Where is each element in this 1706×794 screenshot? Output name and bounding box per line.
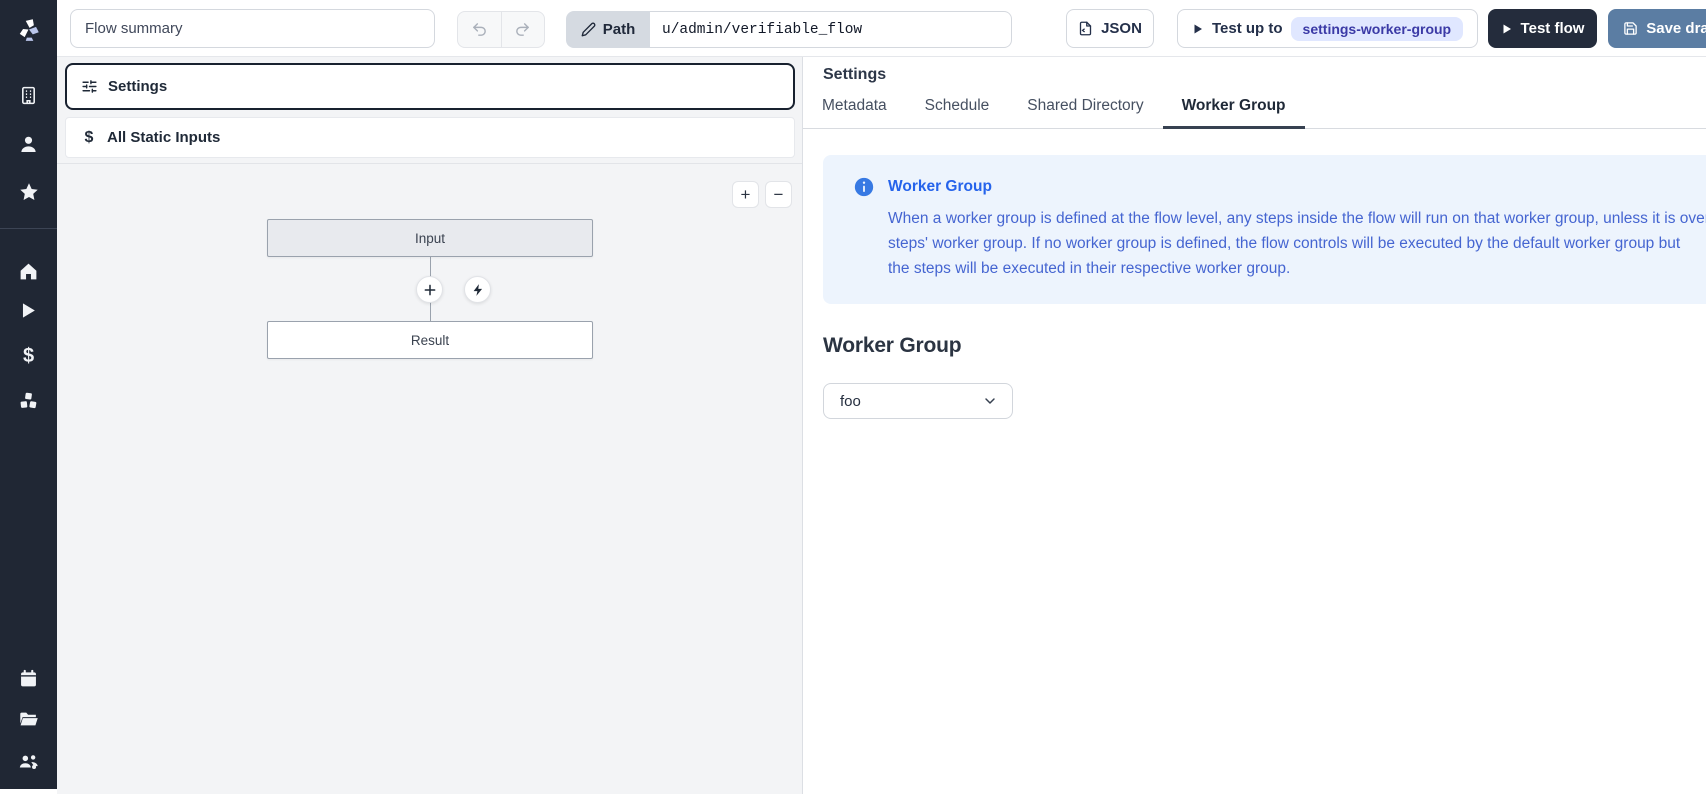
sidebar-divider <box>0 228 57 229</box>
play-icon[interactable] <box>0 301 57 320</box>
flow-settings-item[interactable]: Settings <box>65 63 795 110</box>
result-node-label: Result <box>411 333 449 348</box>
worker-group-select-value: foo <box>840 393 861 410</box>
dollar-icon[interactable]: $ <box>0 345 57 368</box>
sliders-icon <box>81 78 98 95</box>
redo-button[interactable] <box>502 12 545 47</box>
folder-open-icon[interactable] <box>0 708 57 730</box>
info-box-title: Worker Group <box>888 178 992 196</box>
input-node[interactable]: Input <box>267 219 593 257</box>
save-icon <box>1623 21 1638 36</box>
building-icon[interactable] <box>0 85 57 106</box>
settings-tab-content: Worker Group When a worker group is defi… <box>803 155 1706 419</box>
add-step-button[interactable] <box>416 276 443 303</box>
tab-shared-directory[interactable]: Shared Directory <box>1008 91 1162 129</box>
settings-panel-title: Settings <box>823 66 1706 84</box>
input-node-label: Input <box>415 231 445 246</box>
top-toolbar: Path JSON Test up to settings-worker-gro… <box>0 0 1706 57</box>
path-edit-button[interactable]: Path <box>566 11 650 48</box>
settings-panel: Settings Metadata Schedule Shared Direct… <box>803 57 1706 794</box>
worker-group-select[interactable]: foo <box>823 383 1013 419</box>
test-up-to-button[interactable]: Test up to settings-worker-group <box>1177 9 1478 48</box>
cubes-icon[interactable] <box>0 390 57 411</box>
flow-summary-input[interactable] <box>70 9 435 48</box>
save-draft-label: Save draft <box>1646 20 1706 37</box>
undo-redo-group <box>457 11 545 48</box>
json-button-label: JSON <box>1101 20 1142 37</box>
all-static-inputs-label: All Static Inputs <box>107 129 220 146</box>
path-input[interactable] <box>650 11 1012 48</box>
undo-icon <box>471 21 488 38</box>
flow-settings-label: Settings <box>108 78 167 95</box>
calendar-icon[interactable] <box>0 668 57 689</box>
worker-group-info-box: Worker Group When a worker group is defi… <box>823 155 1706 304</box>
save-draft-button[interactable]: Save draft <box>1608 9 1706 48</box>
zoom-out-button[interactable]: − <box>765 181 792 208</box>
redo-icon <box>514 21 531 38</box>
lightning-icon <box>471 283 485 297</box>
chevron-down-icon <box>982 393 998 409</box>
pencil-icon <box>581 22 596 37</box>
info-box-text: steps' worker group. If no worker group … <box>888 231 1706 256</box>
flow-canvas[interactable]: + − Input Result <box>57 163 802 794</box>
test-up-to-label: Test up to <box>1212 20 1283 37</box>
play-icon <box>1192 23 1204 35</box>
path-label: Path <box>603 21 636 38</box>
result-node[interactable]: Result <box>267 321 593 359</box>
zoom-in-button[interactable]: + <box>732 181 759 208</box>
trigger-button[interactable] <box>464 276 491 303</box>
worker-group-badge[interactable]: settings-worker-group <box>1291 17 1464 41</box>
info-box-text: When a worker group is defined at the fl… <box>888 206 1706 231</box>
play-icon <box>1501 23 1513 35</box>
plus-icon <box>423 283 437 297</box>
json-button[interactable]: JSON <box>1066 9 1154 48</box>
flow-editor-panel: Settings $ All Static Inputs + − Input R… <box>57 57 803 794</box>
home-icon[interactable] <box>0 261 57 282</box>
tab-schedule[interactable]: Schedule <box>906 91 1009 129</box>
info-box-text: the steps will be executed in their resp… <box>888 256 1706 281</box>
info-icon <box>853 176 875 198</box>
test-flow-label: Test flow <box>1521 20 1585 37</box>
all-static-inputs-item[interactable]: $ All Static Inputs <box>65 117 795 158</box>
undo-button[interactable] <box>458 12 502 47</box>
dollar-icon: $ <box>81 129 97 147</box>
tab-worker-group[interactable]: Worker Group <box>1163 91 1305 129</box>
test-flow-button[interactable]: Test flow <box>1488 9 1597 48</box>
worker-group-section-title: Worker Group <box>823 334 1706 358</box>
file-json-icon <box>1078 21 1093 36</box>
user-group-gear-icon[interactable] <box>0 751 57 773</box>
settings-tabs: Metadata Schedule Shared Directory Worke… <box>803 91 1706 129</box>
tab-metadata[interactable]: Metadata <box>803 91 906 129</box>
star-icon[interactable] <box>0 181 57 203</box>
path-field-group: Path <box>566 11 1012 48</box>
user-icon[interactable] <box>0 134 57 155</box>
windmill-logo-icon[interactable] <box>0 16 57 42</box>
app-sidebar: $ <box>0 0 57 789</box>
